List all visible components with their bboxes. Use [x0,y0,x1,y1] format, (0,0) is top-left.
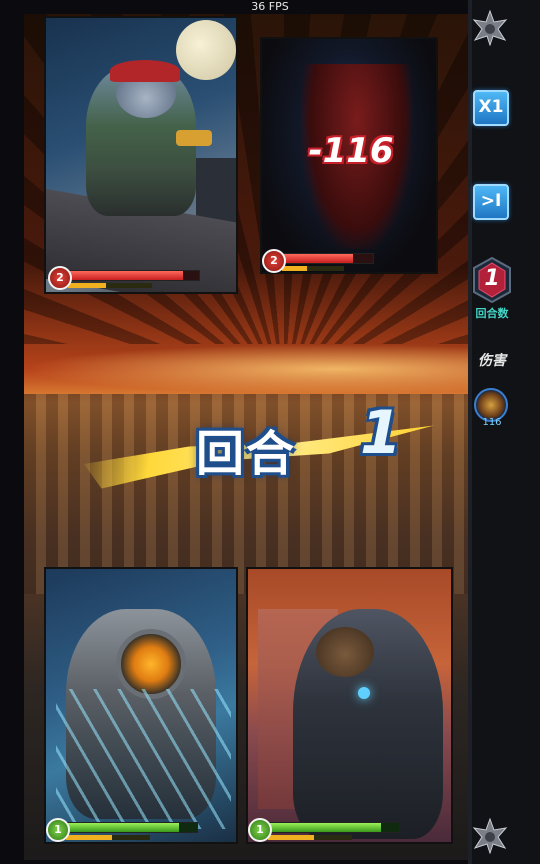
armor-core-light [358,687,370,699]
level-badge: 2 [262,249,286,273]
bear-head [316,627,374,677]
bear-mech-art [248,569,451,842]
energy-fill [268,835,315,840]
ally-card-diver-mech[interactable] [44,567,238,844]
skip-battle-button[interactable]: >I [473,184,509,220]
moon [176,20,236,80]
shadow-demon-art: -116 [262,39,436,272]
speed-toggle-button[interactable]: X1 [473,90,509,126]
damage-value: 116 [482,417,502,428]
battle-sidebar [468,0,540,864]
round-banner-word: 回合 [196,426,297,482]
hp-fill [65,823,179,832]
hp-bar [280,253,374,264]
golden-pistol [176,130,212,146]
energy-bar [68,283,152,288]
energy-fill [68,283,106,288]
level-badge: 1 [46,818,70,842]
hp-bar [64,822,198,833]
round-start-banner: 回合 1 [84,398,444,510]
round-counter-label: 回合数 [475,307,509,320]
level-badge: 1 [248,818,272,842]
level-badge: 2 [48,266,72,290]
hp-fill [281,254,353,263]
cat-gunslinger-art [46,18,236,292]
red-cap [110,60,180,82]
hp-fill [67,271,184,280]
round-counter-badge: 1 [472,256,512,304]
energy-fill [66,835,113,840]
energy-fill [282,266,307,271]
hp-bar [66,270,200,281]
fps-counter: 36 FPS [251,0,289,13]
bottom-emblem-icon [472,817,508,855]
round-banner-number: 1 [360,398,402,468]
diver-mech-art [46,569,236,842]
damage-label: 伤害 [478,353,506,369]
round-counter-value: 1 [484,266,500,291]
top-emblem-icon [472,9,508,47]
electric-effect [56,689,231,829]
horizon-glow [24,344,468,394]
ally-card-bear-mech[interactable] [246,567,453,844]
hp-bar [266,822,400,833]
energy-bar [66,835,150,840]
energy-bar [268,835,352,840]
energy-bar [282,266,344,271]
enemy-card-shadow-demon[interactable]: -116 [260,37,438,274]
hp-fill [267,823,381,832]
floating-damage-number: -116 [308,131,394,171]
enemy-card-cat-gunslinger[interactable] [44,16,238,294]
